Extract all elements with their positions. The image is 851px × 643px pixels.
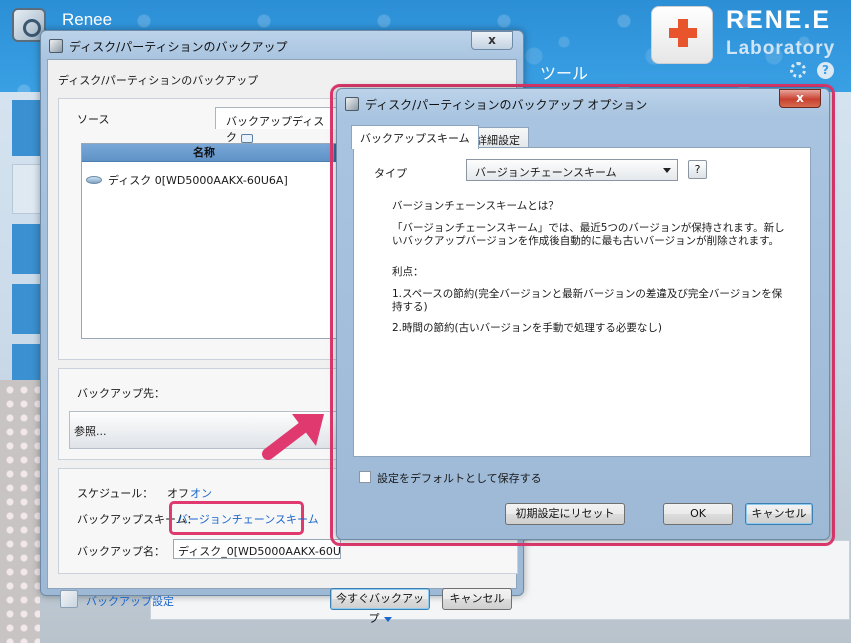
close-button[interactable]: x	[471, 31, 513, 50]
cancel-button[interactable]: キャンセル	[745, 503, 813, 525]
sidebar-item[interactable]	[12, 100, 42, 156]
list-item[interactable]: ディスク 0[WD5000AAKX-60U6A]	[86, 172, 288, 188]
annotation-arrow-icon	[262, 414, 324, 460]
scheme-description: 「バージョンチェーンスキーム」では、最近5つのバージョンが保持されます。新しいバ…	[392, 222, 785, 247]
schedule-off: オフ	[167, 487, 189, 500]
dropdown-arrow-icon	[383, 616, 392, 622]
schedule-on-link[interactable]: オン	[190, 485, 212, 501]
sidebar-item[interactable]	[12, 284, 42, 334]
backup-name-label: バックアップ名：	[77, 545, 165, 558]
scheme-type-select[interactable]: バージョンチェーンスキーム	[466, 159, 678, 181]
backup-now-button[interactable]: 今すぐバックアップ	[330, 588, 430, 625]
disk-icon	[86, 176, 102, 184]
help-icon[interactable]: ?	[817, 62, 834, 79]
chevron-down-icon	[663, 168, 671, 173]
tab-source[interactable]: ソース	[77, 111, 109, 127]
schedule-label: スケジュール：	[77, 487, 154, 500]
options-dialog-titlebar[interactable]: ディスク/パーティションのバックアップ オプション	[345, 95, 647, 113]
scheme-type-value: バージョンチェーンスキーム	[475, 166, 617, 179]
disk-list[interactable]: 名称 ディスク 0[WD5000AAKX-60U6A]	[81, 143, 341, 339]
tab-backup-scheme[interactable]: バックアップスキーム	[351, 125, 479, 149]
save-default-label[interactable]: 設定をデフォルトとして保存する	[377, 470, 542, 486]
settings-icon[interactable]	[60, 590, 78, 608]
merit-item-2: 2.時間の節約(古いバージョンを手動で処理する必要なし)	[392, 322, 662, 334]
backup-scheme-panel: タイプ バージョンチェーンスキーム ? バージョンチェーンスキームとは？ 「バー…	[353, 147, 811, 457]
save-default-checkbox[interactable]	[359, 471, 371, 483]
app-title: Renee	[62, 10, 113, 29]
help-button[interactable]: ?	[688, 160, 707, 179]
backup-dialog-subtitle: ディスク/パーティションのバックアップ	[58, 74, 259, 87]
column-header-name[interactable]: 名称	[82, 144, 340, 162]
gear-icon[interactable]	[790, 62, 806, 78]
destination-label: バックアップ先：	[77, 387, 165, 400]
cancel-button[interactable]: キャンセル	[442, 588, 512, 610]
disk-item-label: ディスク 0[WD5000AAKX-60U6A]	[108, 174, 288, 187]
ok-button[interactable]: OK	[663, 503, 733, 525]
sidebar-item[interactable]	[12, 224, 42, 274]
window-icon	[345, 97, 359, 111]
close-button[interactable]: x	[779, 89, 821, 108]
background-image	[0, 380, 40, 643]
tab-backup-disk[interactable]: バックアップディスク	[215, 107, 345, 144]
brand-logo	[651, 6, 713, 64]
mail-icon	[241, 133, 253, 143]
backup-settings-link[interactable]: バックアップ設定	[86, 593, 174, 609]
reset-defaults-button[interactable]: 初期設定にリセット	[505, 503, 625, 525]
backup-name-input[interactable]: ディスク_0[WD5000AAKX-60U6A]	[173, 539, 341, 559]
scheme-link[interactable]: バージョンチェーンスキーム	[177, 511, 319, 527]
merit-item-1: 1.スペースの節約(完全バージョンと最新バージョンの差違及び完全バージョンを保持…	[392, 288, 783, 313]
backup-dialog-title: ディスク/パーティションのバックアップ	[69, 39, 288, 54]
options-dialog-title: ディスク/パーティションのバックアップ オプション	[365, 97, 648, 112]
sidebar-item[interactable]	[12, 164, 42, 214]
brand-name: RENE.E	[726, 6, 832, 34]
scheme-heading: バージョンチェーンスキームとは？	[392, 200, 559, 212]
merits-title: 利点：	[392, 266, 424, 278]
nav-tools[interactable]: ツール	[540, 60, 588, 84]
backup-now-label: 今すぐバックアップ	[336, 592, 424, 625]
brand-subtitle: Laboratory	[726, 38, 836, 59]
plus-icon	[669, 17, 697, 49]
type-label: タイプ	[374, 167, 407, 180]
window-icon	[49, 39, 63, 53]
backup-dialog-titlebar[interactable]: ディスク/パーティションのバックアップ	[49, 37, 288, 55]
options-dialog: ディスク/パーティションのバックアップ オプション x バックアップスキーム 詳…	[336, 88, 830, 540]
